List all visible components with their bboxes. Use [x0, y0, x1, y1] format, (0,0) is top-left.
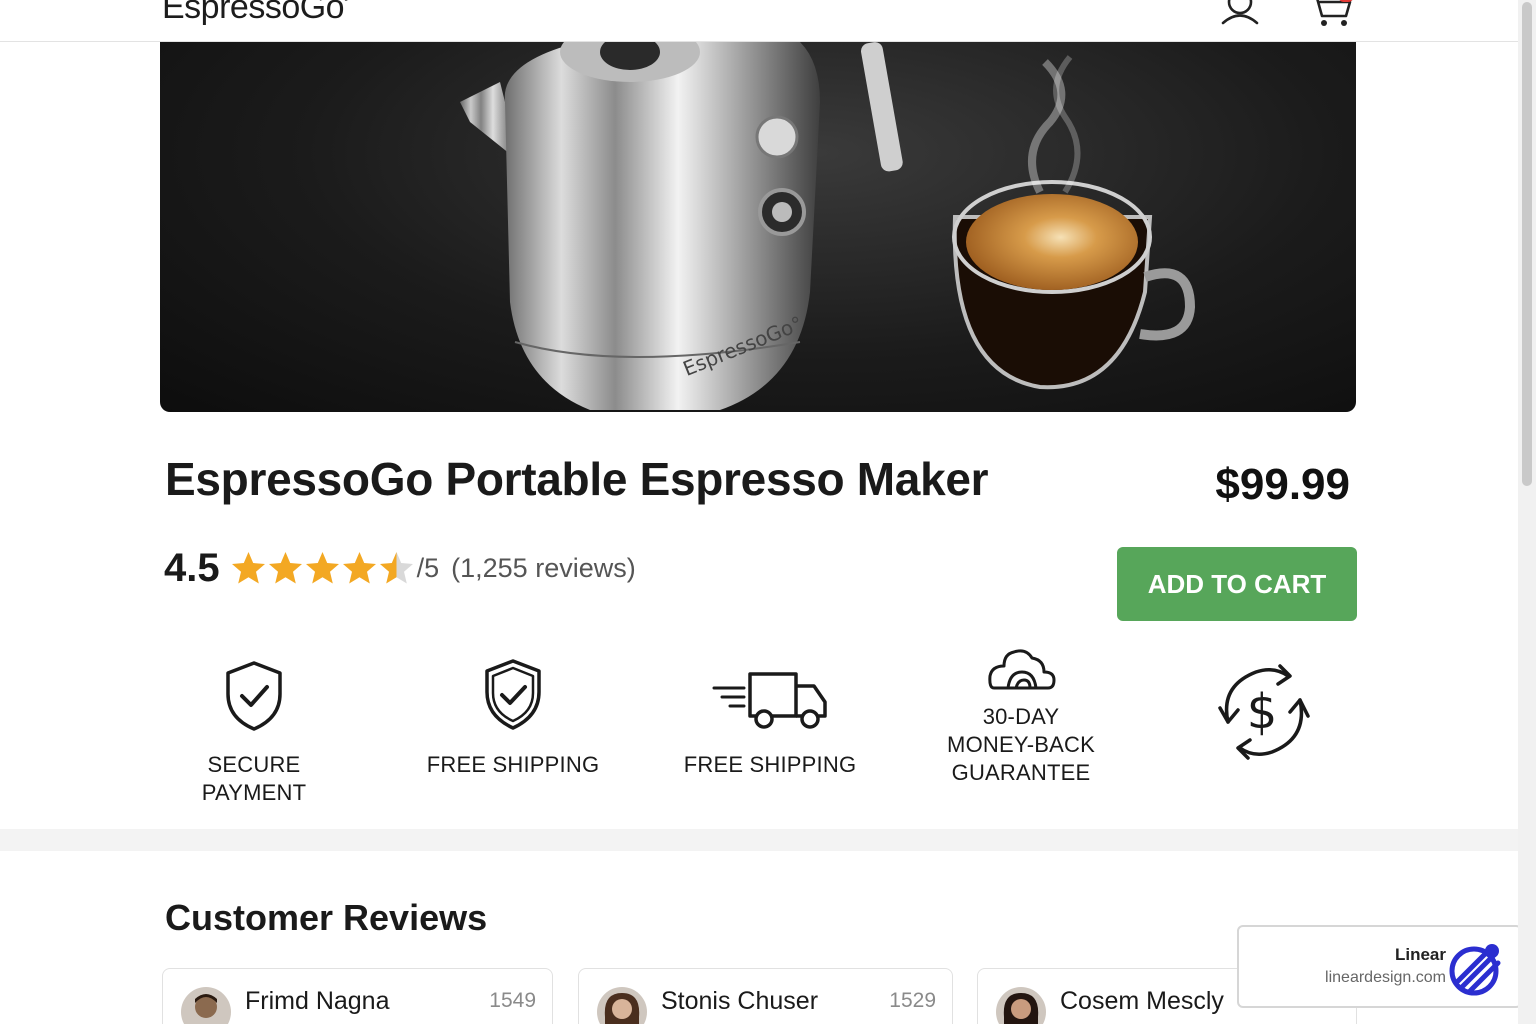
- feature-label-line: GUARANTEE: [951, 760, 1091, 785]
- feature-label-line: MONEY-BACK: [947, 732, 1095, 757]
- reviews-heading: Customer Reviews: [165, 897, 488, 938]
- feature-label: SECURE PAYMENT: [201, 752, 307, 805]
- espresso-maker-illustration: EspressoGo°: [460, 42, 1196, 410]
- rating-summary: 4.5 /5 (1,255 reviews): [164, 542, 636, 594]
- reviewer-name: Stonis Chuser: [661, 987, 819, 1015]
- star-full-icon: [342, 551, 376, 583]
- section-divider: [0, 829, 1518, 851]
- star-full-icon: [268, 551, 302, 583]
- cart-icon: [1316, 0, 1352, 26]
- shield-check-icon: [485, 659, 541, 730]
- account-button[interactable]: [1218, 0, 1264, 32]
- review-count-link[interactable]: (1,255 reviews): [451, 553, 636, 584]
- feature-free-shipping: FREE SHIPPING: [426, 658, 600, 779]
- star-full-icon: [305, 551, 339, 583]
- dollar-refresh-icon: $: [1218, 664, 1310, 760]
- cart-button[interactable]: [1306, 0, 1358, 32]
- feature-free-shipping-truck: FREE SHIPPING: [683, 668, 857, 779]
- feature-label-line: 30-DAY: [982, 704, 1060, 729]
- review-card[interactable]: Stonis Chuser 1529 ★★★★★: [578, 968, 953, 1024]
- credit-url[interactable]: lineardesign.com: [1325, 969, 1446, 987]
- feature-label: FREE SHIPPING: [683, 752, 857, 777]
- feature-secure-payment: SECURE PAYMENT: [156, 660, 352, 807]
- reviewer-name: Frimd Nagna: [245, 987, 390, 1015]
- credit-name: Linear: [1394, 945, 1446, 964]
- star-full-icon: [231, 551, 265, 583]
- brand-logo[interactable]: EspressoGo°: [162, 0, 348, 27]
- review-votes: 1529: [889, 989, 936, 1012]
- review-votes: 1549: [489, 989, 536, 1012]
- avatar: [181, 987, 231, 1024]
- product-price: $99.99: [1215, 460, 1350, 509]
- star-half-icon: [379, 551, 413, 583]
- feature-money-back: 30-DAY MONEY-BACK GUARANTEE: [934, 646, 1108, 787]
- add-to-cart-button[interactable]: ADD TO CART: [1117, 547, 1357, 621]
- rating-score: 4.5: [164, 545, 220, 590]
- product-hero-image: EspressoGo°: [160, 42, 1356, 412]
- rating-max: /5: [416, 552, 440, 583]
- top-navigation-bar: EspressoGo°: [0, 0, 1518, 42]
- cloud-icon: [988, 649, 1056, 690]
- avatar: [996, 987, 1046, 1024]
- product-title: EspressoGo Portable Espresso Maker: [165, 453, 989, 505]
- feature-label: FREE SHIPPING: [426, 752, 600, 777]
- review-card[interactable]: Frimd Nagna 1549 ★★★★★: [162, 968, 553, 1024]
- star-rating: [230, 550, 415, 587]
- svg-text:$: $: [1247, 684, 1278, 740]
- feature-refund: $: [1206, 660, 1318, 769]
- truck-icon: [712, 672, 827, 729]
- scrollbar-thumb[interactable]: [1522, 2, 1532, 486]
- reviewer-name: Cosem Mescly: [1060, 987, 1224, 1015]
- linear-logo-icon: [1449, 944, 1501, 996]
- shield-check-icon: [226, 661, 282, 731]
- user-icon: [1221, 0, 1259, 25]
- avatar: [597, 987, 647, 1024]
- design-credit-card[interactable]: Linear lineardesign.com: [1237, 925, 1522, 1008]
